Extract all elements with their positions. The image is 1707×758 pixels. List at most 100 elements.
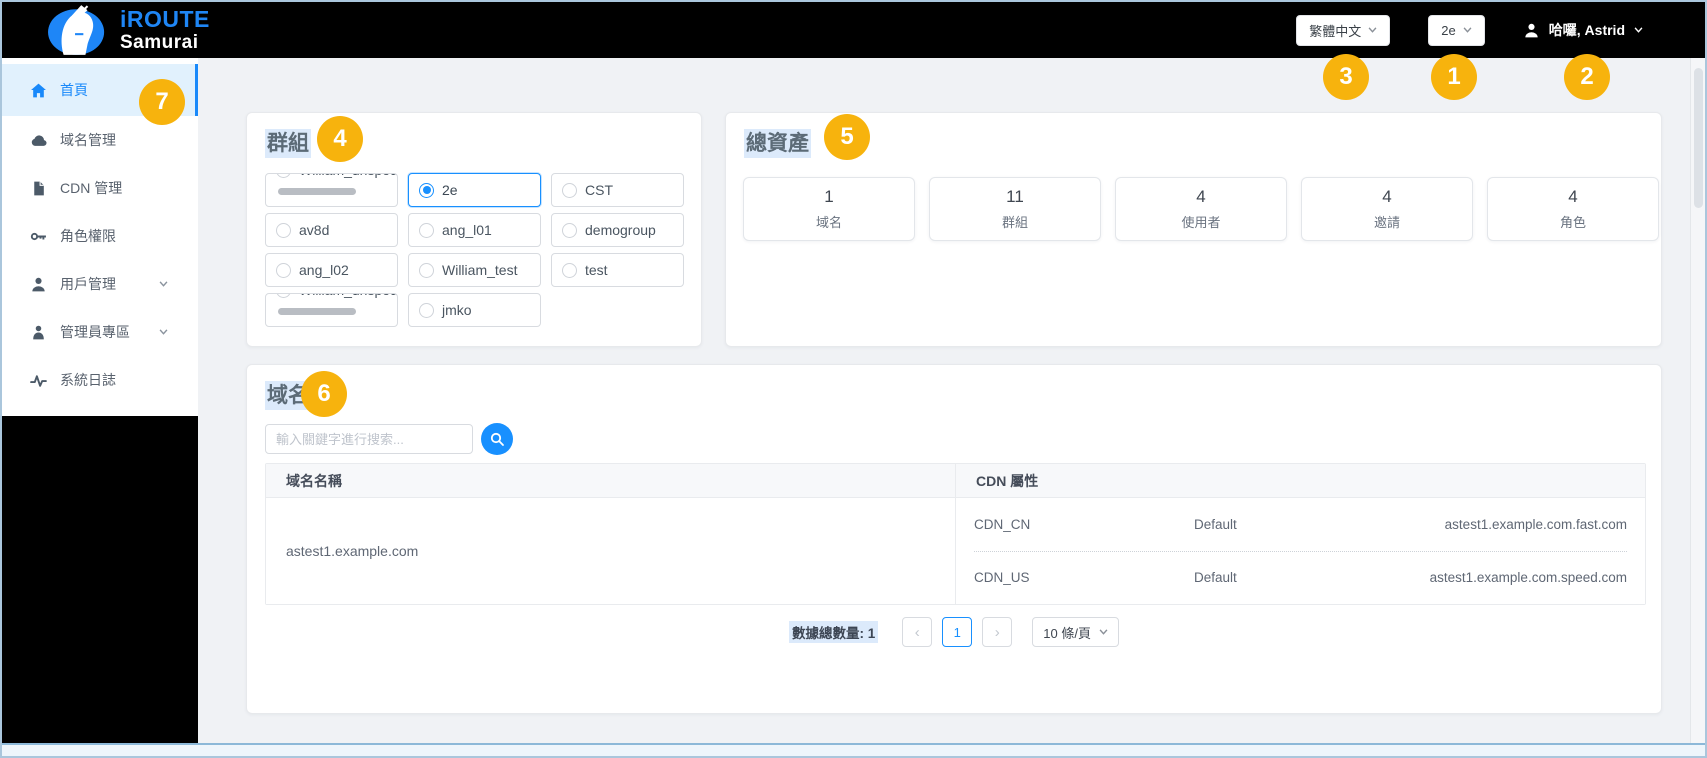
cdn-cname: astest1.example.com.speed.com: [1394, 570, 1627, 585]
key-icon: [30, 228, 47, 245]
radio-selected-icon: [419, 183, 434, 198]
horizontal-scrollbar-thumb[interactable]: [278, 308, 356, 315]
stat-value: 4: [1568, 187, 1577, 207]
admin-user-icon: [30, 324, 47, 341]
group-option-cst[interactable]: CST: [551, 173, 684, 207]
domains-panel: 域名 域名名稱 CDN 屬性 astest1.example.com CDN_C…: [246, 364, 1662, 714]
chevron-down-icon: [1099, 629, 1108, 635]
group-option-label: William_dnspod: [299, 173, 398, 178]
chevron-down-icon: [1463, 27, 1472, 33]
group-select-button[interactable]: 2e: [1428, 15, 1484, 46]
language-label: 繁體中文: [1309, 21, 1361, 40]
sidebar-item-cdn-management[interactable]: CDN 管理: [2, 164, 198, 212]
chevron-down-icon: [1368, 27, 1377, 33]
app-logo[interactable]: iROUTE Samurai: [32, 2, 210, 58]
brand-line-2: Samurai: [120, 33, 210, 52]
radio-icon: [276, 223, 291, 238]
sidebar-item-label: 首頁: [60, 80, 88, 100]
total-count-label: 數據總數量: 1: [789, 621, 878, 643]
sidebar-item-role-permissions[interactable]: 角色權限: [2, 212, 198, 260]
stat-card-users: 4 使用者: [1115, 177, 1287, 241]
table-row: astest1.example.com CDN_CN Default astes…: [266, 498, 1645, 604]
user-greeting: 哈囉, Astrid: [1549, 20, 1625, 40]
window-bottom-edge: [2, 743, 1705, 756]
column-header-domain-name: 域名名稱: [266, 464, 956, 497]
search-icon: [489, 431, 505, 447]
stat-card-roles: 4 角色: [1487, 177, 1659, 241]
group-option-william-dnspod-2[interactable]: William_dnspod: [265, 293, 398, 327]
domain-search-input[interactable]: [265, 424, 473, 454]
sidebar-item-label: 用戶管理: [60, 274, 116, 294]
group-option-jmko[interactable]: jmko: [408, 293, 541, 327]
chevron-down-icon: [159, 281, 168, 287]
stat-label: 使用者: [1181, 212, 1220, 231]
vertical-scrollbar-thumb[interactable]: [1694, 68, 1703, 208]
document-icon: [30, 180, 47, 197]
stat-value: 1: [824, 187, 833, 207]
group-option-william-dnspod[interactable]: William_dnspod: [265, 173, 398, 207]
column-header-cdn-attributes: CDN 屬性: [956, 464, 1645, 497]
sidebar-item-system-logs[interactable]: 系統日誌: [2, 356, 198, 404]
user-menu[interactable]: 哈囉, Astrid: [1523, 20, 1643, 40]
previous-page-button[interactable]: ‹: [902, 617, 932, 647]
group-option-label: 2e: [442, 182, 458, 198]
group-option-ang-l01[interactable]: ang_l01: [408, 213, 541, 247]
radio-icon: [419, 223, 434, 238]
group-option-label: William_test: [442, 262, 517, 278]
group-option-william-test[interactable]: William_test: [408, 253, 541, 287]
group-options-grid: William_dnspod 2e CST av8d ang_l01: [265, 173, 685, 327]
pagination: 數據總數量: 1 ‹ 1 › 10 條/頁: [247, 617, 1661, 647]
annotation-badge-2: 2: [1564, 54, 1610, 100]
vertical-scrollbar-track[interactable]: [1690, 58, 1705, 743]
cdn-entry-row: CDN_US Default astest1.example.com.speed…: [956, 552, 1645, 605]
radio-icon: [276, 263, 291, 278]
group-option-2e[interactable]: 2e: [408, 173, 541, 207]
sidebar-item-label: 管理員專區: [60, 322, 130, 342]
stat-value: 4: [1196, 187, 1205, 207]
stat-value: 11: [1006, 187, 1024, 207]
group-select-label: 2e: [1441, 23, 1455, 38]
radio-icon: [419, 263, 434, 278]
annotation-badge-4: 4: [317, 116, 363, 162]
search-button[interactable]: [481, 423, 513, 455]
domains-table-header: 域名名稱 CDN 屬性: [266, 464, 1645, 498]
sidebar-item-label: 系統日誌: [60, 370, 116, 390]
sidebar-item-user-management[interactable]: 用戶管理: [2, 260, 198, 308]
cdn-profile: Default: [1194, 570, 1394, 585]
total-assets-title: 總資產: [744, 129, 811, 158]
cdn-name: CDN_CN: [974, 517, 1194, 532]
cdn-attributes-cell: CDN_CN Default astest1.example.com.fast.…: [956, 498, 1645, 604]
language-select-button[interactable]: 繁體中文: [1296, 15, 1390, 46]
user-icon: [1523, 22, 1540, 39]
group-option-test[interactable]: test: [551, 253, 684, 287]
groups-panel-title: 群組: [265, 129, 311, 158]
stat-label: 域名: [816, 212, 842, 231]
top-bar: iROUTE Samurai 繁體中文 2e: [2, 2, 1705, 58]
stat-card-invitations: 4 邀請: [1301, 177, 1473, 241]
stat-card-domains: 1 域名: [743, 177, 915, 241]
page-size-select[interactable]: 10 條/頁: [1032, 617, 1119, 647]
sidebar-item-label: CDN 管理: [60, 178, 122, 198]
group-option-av8d[interactable]: av8d: [265, 213, 398, 247]
brand-text: iROUTE Samurai: [120, 8, 210, 52]
group-option-ang-l02[interactable]: ang_l02: [265, 253, 398, 287]
page-number-button[interactable]: 1: [942, 617, 972, 647]
sidebar-item-label: 角色權限: [60, 226, 116, 246]
groups-panel: 群組 William_dnspod 2e CST av8d: [246, 112, 702, 347]
chevron-down-icon: [159, 329, 168, 335]
radio-icon: [276, 293, 291, 298]
group-option-demogroup[interactable]: demogroup: [551, 213, 684, 247]
next-page-button[interactable]: ›: [982, 617, 1012, 647]
top-bar-controls: 繁體中文 2e 哈囉, Astrid: [1296, 2, 1643, 58]
asset-stats-row: 1 域名 11 群組 4 使用者 4 邀請 4 角色: [743, 177, 1659, 241]
chevron-down-icon: [1634, 27, 1643, 33]
group-option-label: ang_l02: [299, 262, 349, 278]
radio-icon: [562, 183, 577, 198]
sidebar: 首頁 域名管理 CDN 管理 角色權限: [2, 58, 198, 747]
group-option-label: William_dnspod: [299, 293, 398, 298]
horizontal-scrollbar-thumb[interactable]: [278, 188, 356, 195]
annotation-badge-1: 1: [1431, 54, 1477, 100]
annotation-badge-6: 6: [301, 371, 347, 417]
sidebar-item-admin-area[interactable]: 管理員專區: [2, 308, 198, 356]
samurai-logo-icon: [32, 3, 116, 57]
